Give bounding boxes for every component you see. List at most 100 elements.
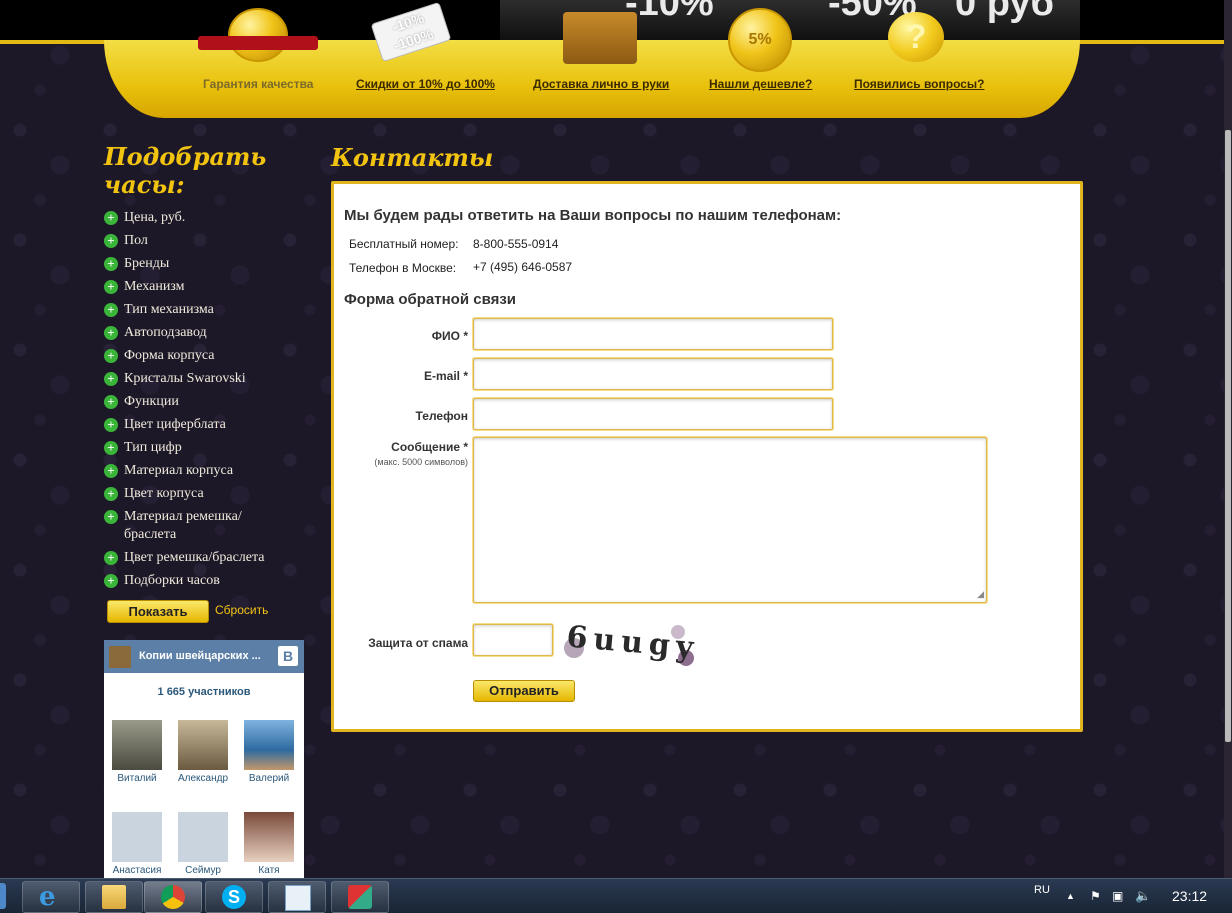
message-textarea[interactable]: ◢ [473,437,987,603]
filter-label: Тип цифр [124,440,182,455]
filter-item-strap-material[interactable]: + Материал ремешка/ браслета [104,508,274,544]
filter-item-swarovski[interactable]: + Кристалы Swarovski [104,370,304,388]
filter-label: Цвет корпуса [124,486,204,501]
vk-group-title[interactable]: Копии швейцарских ... [139,650,269,662]
vk-member[interactable]: Валерий [239,720,299,784]
show-button[interactable]: Показать [107,600,209,623]
vk-member[interactable]: Анастасия [107,812,167,876]
plus-icon: + [104,464,118,478]
plus-icon: + [104,487,118,501]
member-name: Катя [258,865,280,876]
filter-label: Механизм [124,279,185,294]
filter-item-case-color[interactable]: + Цвет корпуса [104,485,304,503]
vk-member[interactable]: Александр [173,720,233,784]
scrollbar-thumb[interactable] [1225,130,1231,742]
filter-item-brands[interactable]: + Бренды [104,255,304,273]
discount-tag-text: -10% -100% [389,9,436,54]
filter-label: Форма корпуса [124,348,215,363]
skype-icon: S [222,885,246,909]
email-label: E-mail * [423,369,468,383]
phone-input[interactable] [473,398,833,430]
filter-item-autowind[interactable]: + Автоподзавод [104,324,304,342]
contacts-intro: Мы будем рады ответить на Ваши вопросы п… [344,207,842,224]
page-title: Контакты [331,143,494,172]
filter-item-dial-color[interactable]: + Цвет циферблата [104,416,304,434]
discount-link[interactable]: Скидки от 10% до 100% [356,77,495,91]
fio-input[interactable] [473,318,833,350]
avatar [112,720,162,770]
filter-item-collections[interactable]: + Подборки часов [104,572,304,590]
volume-icon[interactable]: 🔈 [1135,879,1151,913]
windows-taskbar: e S RU ▲ ⚑ ▣ 🔈 23:12 [0,878,1232,913]
ie-icon: e [39,882,56,912]
reset-link[interactable]: Сбросить [215,603,268,617]
flag-icon[interactable]: ⚑ [1090,879,1101,913]
captcha-input[interactable] [473,624,553,656]
promo-zero-rub: 0 руб [955,0,1055,24]
vk-widget-header: Копии швейцарских ... В [104,640,304,673]
email-input[interactable] [473,358,833,390]
taskbar-explorer[interactable] [85,881,143,913]
folder-icon [102,885,126,909]
filter-item-case-shape[interactable]: + Форма корпуса [104,347,304,365]
filter-item-numerals[interactable]: + Тип цифр [104,439,304,457]
language-indicator[interactable]: RU [1034,879,1050,913]
plus-icon: + [104,372,118,386]
member-name: Сеймур [185,865,221,876]
taskbar-skype[interactable]: S [205,881,263,913]
quality-ribbon-icon [198,36,318,50]
message-hint: (макс. 5000 символов) [374,457,468,467]
quality-seal-icon [228,8,288,62]
start-button-icon[interactable] [0,883,6,909]
vk-member[interactable]: Виталий [107,720,167,784]
member-name: Александр [177,773,229,784]
quality-link[interactable]: Гарантия качества [203,77,313,91]
filter-item-movement-type[interactable]: + Тип механизма [104,301,304,319]
avatar [178,720,228,770]
taskbar-app[interactable] [331,881,389,913]
delivery-link[interactable]: Доставка лично в руки [533,77,669,91]
vk-member-count[interactable]: 1 665 участников [104,686,304,698]
cheaper-link[interactable]: Нашли дешевле? [709,77,812,91]
clock[interactable]: 23:12 [1172,879,1207,913]
show-hidden-icons[interactable]: ▲ [1066,879,1075,913]
group-avatar[interactable] [109,646,131,668]
page-scrollbar[interactable] [1224,0,1232,878]
message-label: Сообщение * [391,440,468,454]
filter-item-strap-color[interactable]: + Цвет ремешка/браслета [104,549,304,567]
filter-label: Автоподзавод [124,325,207,340]
filter-label: Материал корпуса [124,463,234,478]
moscow-phone-value: +7 (495) 646-0587 [473,260,573,274]
filter-label: Цена, руб. [124,210,186,225]
taskbar-ie[interactable]: e [22,881,80,913]
plus-icon: + [104,326,118,340]
free-phone-label: Бесплатный номер: [349,237,459,251]
filter-label: Подборки часов [124,573,220,588]
filter-item-gender[interactable]: + Пол [104,232,304,250]
submit-button[interactable]: Отправить [473,680,575,702]
vk-logo-icon[interactable]: В [278,646,298,666]
fio-label: ФИО * [431,329,468,343]
plus-icon: + [104,418,118,432]
filter-item-case-material[interactable]: + Материал корпуса [104,462,304,480]
question-bubble-icon: ? [888,12,944,62]
vk-member[interactable]: Сеймур [173,812,233,876]
chrome-icon [161,885,185,909]
questions-link[interactable]: Появились вопросы? [854,77,985,91]
network-icon[interactable]: ▣ [1112,879,1123,913]
taskbar-chrome[interactable] [144,881,202,913]
filter-item-functions[interactable]: + Функции [104,393,304,411]
filter-item-movement[interactable]: + Механизм [104,278,304,296]
vk-member[interactable]: Катя [239,812,299,876]
filter-item-price[interactable]: + Цена, руб. [104,209,304,227]
filter-list: + Цена, руб. + Пол + Бренды + Механизм + Тип … [104,209,304,595]
app-icon [348,885,372,909]
resize-handle-icon[interactable]: ◢ [977,589,984,600]
spam-label: Защита от спама [368,636,468,650]
plus-icon: + [104,441,118,455]
plus-icon: + [104,395,118,409]
plus-icon: + [104,257,118,271]
filter-label: Цвет ремешка/браслета [124,550,265,565]
taskbar-window[interactable] [268,881,326,913]
default-avatar-icon [112,812,162,862]
